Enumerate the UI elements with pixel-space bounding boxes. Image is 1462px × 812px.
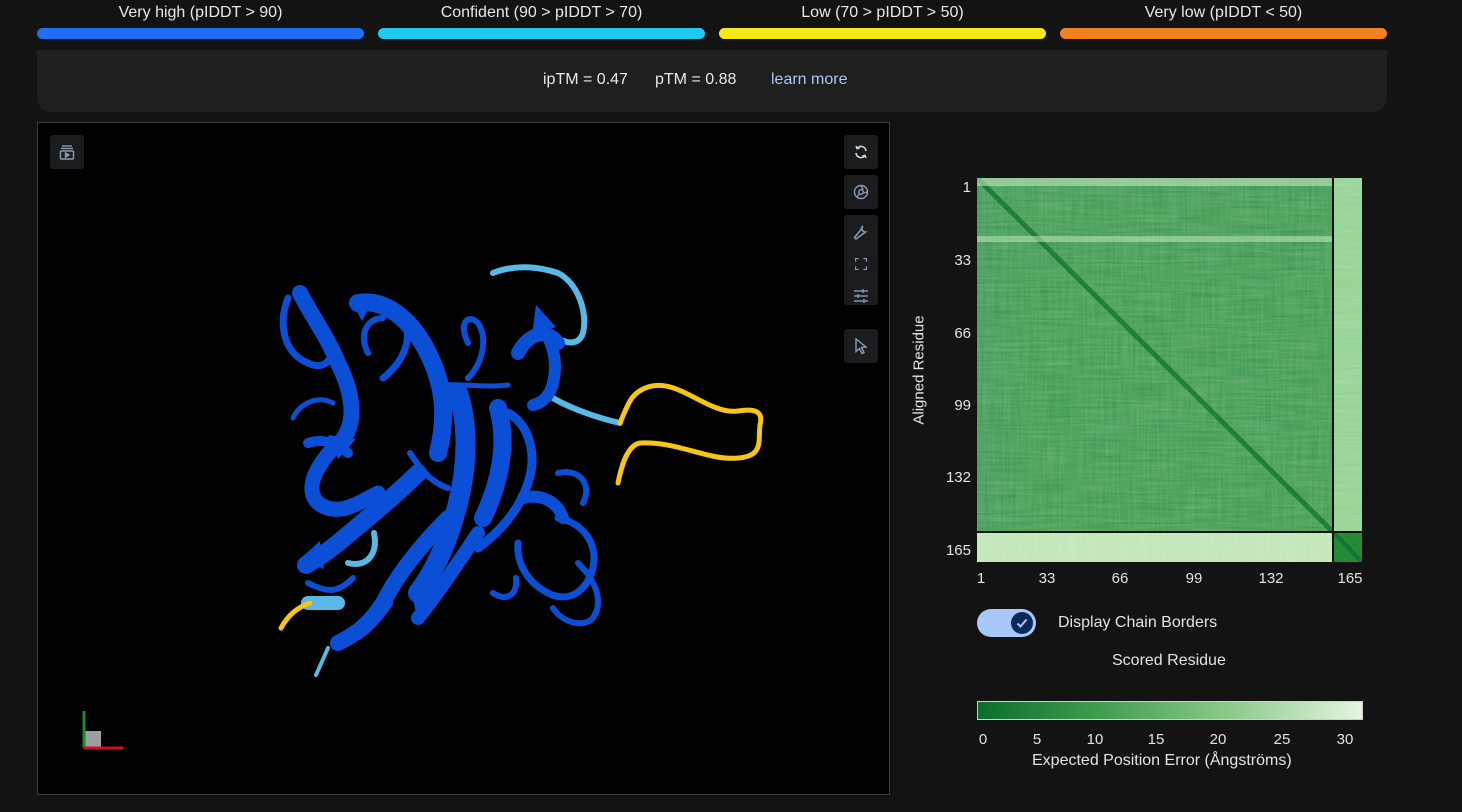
x-tick: 33 [1038, 570, 1056, 587]
learn-more-link[interactable]: learn more [771, 71, 847, 89]
legend-very-low: Very low (pIDDT < 50) [1060, 0, 1387, 39]
colorbar-label: Expected Position Error (Ångströms) [1032, 752, 1292, 769]
colorbar-tick: 20 [1209, 731, 1227, 748]
colorbar-tick: 15 [1147, 731, 1165, 748]
legend-label: Very low (pIDDT < 50) [1144, 4, 1303, 21]
y-tick: 33 [954, 252, 971, 269]
legend-label: Very high (pIDDT > 90) [118, 4, 283, 21]
y-tick: 66 [954, 325, 971, 342]
metrics-panel: ipTM = 0.47 pTM = 0.88 learn more [37, 50, 1387, 112]
legend-very-high: Very high (pIDDT > 90) [37, 0, 364, 39]
y-tick: 132 [945, 469, 971, 486]
y-axis-label: Aligned Residue [910, 315, 928, 425]
legend-bar [37, 28, 364, 39]
toggle-knob [1011, 612, 1033, 634]
legend-low: Low (70 > pIDDT > 50) [719, 0, 1046, 39]
x-axis-label: Scored Residue [1112, 652, 1226, 669]
x-tick: 66 [1111, 570, 1129, 587]
x-tick: 1 [976, 570, 986, 587]
legend-bar [378, 28, 705, 39]
axes-gizmo-icon [82, 711, 123, 750]
y-tick: 1 [962, 179, 971, 196]
protein-structure[interactable] [38, 123, 891, 796]
legend-bar [1060, 28, 1387, 39]
legend-label: Confident (90 > pIDDT > 70) [440, 4, 643, 21]
colorbar-tick: 25 [1273, 731, 1291, 748]
x-tick: 132 [1258, 570, 1284, 587]
x-tick: 99 [1185, 570, 1203, 587]
pae-heatmap[interactable] [977, 178, 1362, 562]
structure-viewer[interactable] [37, 122, 890, 795]
colorbar-tick: 0 [978, 731, 988, 748]
chain-borders-toggle[interactable] [977, 609, 1036, 637]
legend-bar [719, 28, 1046, 39]
colorbar-tick: 5 [1032, 731, 1042, 748]
legend-label: Low (70 > pIDDT > 50) [801, 4, 964, 21]
ptm-value: pTM = 0.88 [655, 71, 737, 88]
colorbar-tick: 30 [1336, 731, 1354, 748]
x-tick: 165 [1337, 570, 1363, 587]
toggle-label: Display Chain Borders [1058, 614, 1218, 631]
colorbar-tick: 10 [1086, 731, 1104, 748]
y-tick: 165 [945, 542, 971, 559]
pae-colorbar [977, 701, 1363, 720]
y-tick: 99 [954, 397, 971, 414]
check-icon [1016, 618, 1028, 628]
legend-confident: Confident (90 > pIDDT > 70) [378, 0, 705, 39]
iptm-value: ipTM = 0.47 [543, 71, 628, 88]
